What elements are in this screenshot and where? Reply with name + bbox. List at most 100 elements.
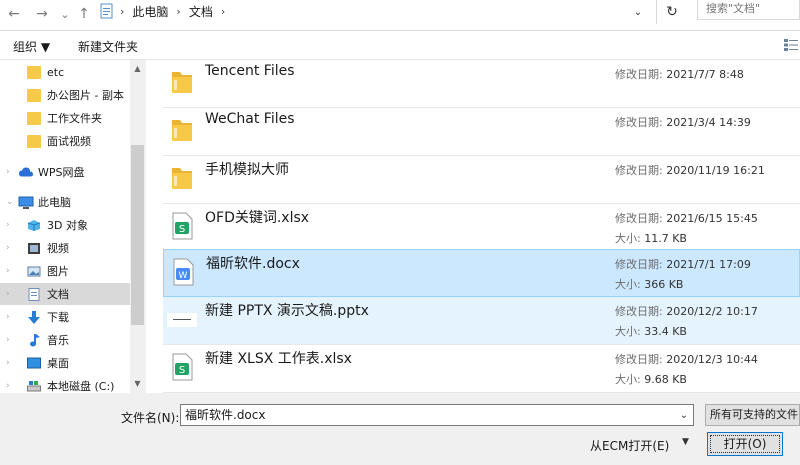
ecm-dropdown-triangle-icon[interactable]: ▼	[682, 437, 689, 447]
collapse-chevron-icon[interactable]: ⌄	[6, 197, 14, 207]
address-dropdown-chevron-icon[interactable]: ⌄	[628, 2, 648, 22]
folder-icon	[27, 65, 41, 79]
filename-label: 文件名(N):	[121, 411, 180, 425]
svg-text:S: S	[179, 224, 185, 235]
svg-text:S: S	[179, 365, 185, 376]
file-row-foxit-docx[interactable]: W 福昕软件.docx 修改日期: 2021/7/1 17:09 大小: 366…	[163, 249, 800, 297]
expand-chevron-icon[interactable]: ›	[6, 381, 10, 391]
sidebar-item-label: WPS网盘	[38, 166, 85, 179]
sidebar-item-office-pictures-copy[interactable]: 办公图片 - 副本	[0, 84, 130, 106]
sidebar-item-label: etc	[47, 65, 65, 79]
picture-icon	[27, 266, 41, 276]
expand-chevron-icon[interactable]: ›	[6, 358, 10, 368]
desktop-icon	[27, 357, 41, 368]
sidebar-item-label: 3D 对象	[47, 219, 88, 232]
xlsx-file-icon: S	[172, 353, 193, 381]
file-modified: 修改日期: 2021/6/15 15:45	[615, 212, 758, 225]
open-from-ecm-button[interactable]: 从ECM打开(E)	[590, 437, 669, 454]
sidebar-item-label: 办公图片 - 副本	[47, 89, 124, 102]
expand-chevron-icon[interactable]: ›	[6, 289, 10, 299]
breadcrumb-item-documents[interactable]: 文档	[189, 3, 213, 20]
sidebar-scrollbar-thumb[interactable]	[131, 145, 144, 325]
cloud-icon	[19, 167, 33, 176]
file-size: 大小: 11.7 KB	[615, 232, 687, 245]
file-modified: 修改日期: 2020/11/19 16:21	[615, 164, 765, 177]
sidebar-item-downloads[interactable]: › 下载	[0, 306, 130, 328]
back-arrow-icon[interactable]: ←	[4, 3, 24, 25]
expand-chevron-icon[interactable]: ›	[6, 220, 10, 230]
docx-file-icon: W	[173, 258, 194, 286]
file-name: 新建 PPTX 演示文稿.pptx	[205, 303, 369, 319]
sidebar-item-label: 文档	[47, 288, 69, 301]
sidebar-item-wps-cloud[interactable]: › WPS网盘	[0, 161, 130, 183]
scroll-down-arrow-icon[interactable]: ▼	[130, 377, 145, 391]
file-row-new-pptx[interactable]: 新建 PPTX 演示文稿.pptx 修改日期: 2020/12/2 10:17 …	[163, 297, 800, 345]
sidebar-item-this-pc[interactable]: ⌄ 此电脑	[0, 191, 130, 213]
expand-chevron-icon[interactable]: ›	[6, 243, 10, 253]
recent-locations-chevron-icon[interactable]: ⌄	[55, 3, 75, 25]
file-size: 大小: 366 KB	[615, 278, 684, 291]
view-options-icon[interactable]	[784, 39, 798, 51]
breadcrumb-separator-icon: ›	[176, 4, 181, 18]
sidebar-item-3d-objects[interactable]: › 3D 对象	[0, 214, 130, 236]
sidebar-item-work-folder[interactable]: 工作文件夹	[0, 107, 130, 129]
sidebar-item-label: 桌面	[47, 357, 69, 370]
breadcrumb[interactable]: › 此电脑 › 文档 ›	[100, 0, 655, 22]
scroll-up-arrow-icon[interactable]: ▲	[130, 62, 145, 76]
file-size: 大小: 33.4 KB	[615, 325, 687, 338]
file-name: 手机模拟大师	[205, 162, 289, 178]
sidebar-item-pictures[interactable]: › 图片	[0, 260, 130, 282]
file-name: Tencent Files	[205, 63, 295, 79]
file-row-phone-emulator[interactable]: 手机模拟大师 修改日期: 2020/11/19 16:21	[163, 156, 800, 204]
sidebar-item-desktop[interactable]: › 桌面	[0, 352, 130, 374]
file-row-new-xlsx[interactable]: S 新建 XLSX 工作表.xlsx 修改日期: 2020/12/3 10:44…	[163, 345, 800, 393]
file-row-tencent-files[interactable]: Tencent Files 修改日期: 2021/7/7 8:48	[163, 60, 800, 108]
sidebar-item-etc[interactable]: etc	[0, 61, 130, 83]
forward-arrow-icon[interactable]: →	[32, 3, 52, 25]
file-row-ofd-keywords[interactable]: S OFD关键词.xlsx 修改日期: 2021/6/15 15:45 大小: …	[163, 204, 800, 252]
file-list: Tencent Files 修改日期: 2021/7/7 8:48 WeChat…	[146, 60, 800, 393]
expand-chevron-icon[interactable]: ›	[6, 312, 10, 322]
file-modified: 修改日期: 2021/7/1 17:09	[615, 258, 751, 271]
organize-menu-button[interactable]: 组织 ▼	[13, 38, 50, 55]
sidebar-item-videos[interactable]: › 视频	[0, 237, 130, 259]
cube-icon	[27, 219, 41, 231]
sidebar-item-label: 图片	[47, 265, 69, 278]
navigation-pane: etc 办公图片 - 副本 工作文件夹 面试视频 › WPS网盘 ⌄ 此电脑 ›…	[0, 60, 145, 393]
search-input[interactable]: 搜索"文档"	[697, 0, 800, 20]
sidebar-item-label: 此电脑	[38, 196, 71, 209]
expand-chevron-icon[interactable]: ›	[6, 167, 10, 177]
computer-icon	[18, 196, 34, 209]
video-icon	[28, 242, 40, 254]
document-icon	[28, 287, 40, 301]
sidebar-item-label: 音乐	[47, 334, 69, 347]
breadcrumb-separator-icon: ›	[120, 4, 125, 18]
file-row-wechat-files[interactable]: WeChat Files 修改日期: 2021/3/4 14:39	[163, 108, 800, 156]
file-modified: 修改日期: 2021/3/4 14:39	[615, 116, 751, 129]
drive-icon	[27, 380, 41, 391]
sidebar-item-interview-videos[interactable]: 面试视频	[0, 130, 130, 152]
breadcrumb-item-this-pc[interactable]: 此电脑	[132, 3, 168, 20]
folder-icon	[27, 111, 41, 125]
filename-input[interactable]: 福昕软件.docx	[180, 404, 694, 426]
up-arrow-icon[interactable]: ↑	[74, 3, 94, 25]
file-name: WeChat Files	[205, 111, 295, 127]
documents-location-icon	[100, 3, 113, 19]
refresh-icon[interactable]: ↻	[656, 0, 687, 24]
sidebar-item-documents[interactable]: › 文档	[0, 283, 130, 305]
filename-history-chevron-icon[interactable]: ⌄	[676, 405, 692, 425]
expand-chevron-icon[interactable]: ›	[6, 335, 10, 345]
expand-chevron-icon[interactable]: ›	[6, 266, 10, 276]
sidebar-item-label: 视频	[47, 242, 69, 255]
new-folder-button[interactable]: 新建文件夹	[78, 38, 138, 55]
sidebar-item-local-disk-c[interactable]: › 本地磁盘 (C:)	[0, 375, 130, 393]
folder-icon	[172, 168, 192, 189]
folder-icon	[27, 88, 41, 102]
file-name: 新建 XLSX 工作表.xlsx	[205, 351, 352, 367]
open-button[interactable]: 打开(O)	[707, 432, 783, 456]
xlsx-file-icon: S	[172, 212, 193, 240]
sidebar-item-music[interactable]: › 音乐	[0, 329, 130, 351]
sidebar-item-label: 面试视频	[47, 135, 91, 148]
breadcrumb-separator-icon: ›	[220, 4, 226, 18]
file-type-select[interactable]: 所有可支持的文件	[705, 404, 800, 426]
